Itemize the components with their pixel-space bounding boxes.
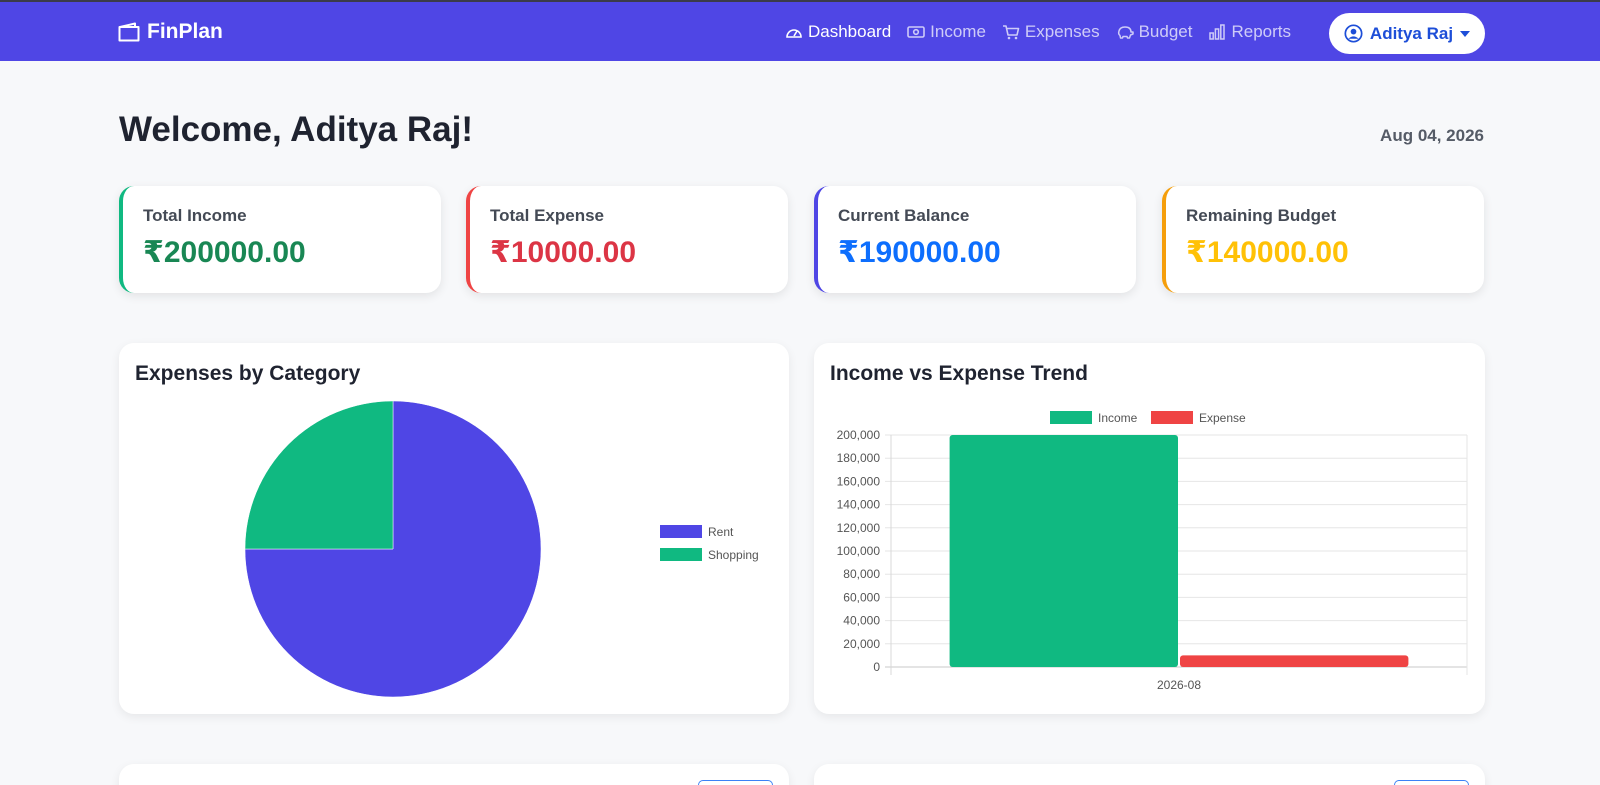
y-tick-label: 140,000	[837, 498, 881, 512]
y-tick-label: 180,000	[837, 451, 881, 465]
income-vs-expense-card: Income vs Expense Trend Income Expense 0 20…	[814, 343, 1485, 714]
piggy-bank-icon	[1117, 26, 1134, 39]
stat-card-remaining-budget: Remaining Budget ₹140000.00	[1162, 186, 1484, 293]
stat-value: ₹140000.00	[1186, 236, 1349, 269]
stat-value: ₹190000.00	[838, 236, 1001, 269]
y-tick-label: 20,000	[843, 637, 880, 651]
expenses-by-category-card: Expenses by Category Rent Shopping	[119, 343, 789, 714]
bar-income-2026-08[interactable]	[949, 435, 1178, 667]
y-tick-label: 100,000	[837, 544, 881, 558]
bottom-left-card	[119, 764, 789, 785]
y-tick-label: 120,000	[837, 521, 881, 535]
stat-label: Total Income	[143, 206, 247, 225]
brand-name: FinPlan	[147, 20, 223, 43]
y-tick-label: 80,000	[843, 567, 880, 581]
stat-label: Total Expense	[490, 206, 604, 225]
y-tick-label: 40,000	[843, 614, 880, 628]
legend-label[interactable]: Shopping	[708, 548, 759, 562]
wallet-icon	[118, 22, 140, 42]
y-tick-label: 200,000	[837, 428, 881, 442]
stat-card-total-expense: Total Expense ₹10000.00	[466, 186, 788, 293]
card-action-button[interactable]	[698, 780, 773, 785]
nav-reports[interactable]: Reports	[1208, 22, 1291, 42]
bar-chart-icon	[1209, 24, 1226, 40]
legend-label[interactable]: Income	[1098, 411, 1138, 425]
legend-label[interactable]: Expense	[1199, 411, 1246, 425]
brand[interactable]: FinPlan	[118, 20, 223, 44]
bar-chart: Income Expense 0 20,000 40,000 60,000 80,000 10…	[837, 411, 1468, 692]
card-action-button[interactable]	[1394, 780, 1469, 785]
pie-chart: Rent Shopping	[244, 400, 759, 698]
cash-icon	[907, 26, 925, 38]
stat-card-current-balance: Current Balance ₹190000.00	[814, 186, 1136, 293]
legend-swatch	[1151, 411, 1193, 424]
stat-label: Current Balance	[838, 206, 970, 225]
speedometer-icon	[786, 29, 802, 38]
y-tick-label: 160,000	[837, 474, 881, 488]
cart-icon	[1002, 25, 1020, 40]
legend-swatch	[660, 525, 702, 538]
bar-expense-2026-08[interactable]	[1180, 655, 1409, 667]
pie-slice-shopping[interactable]	[244, 400, 394, 550]
legend-label[interactable]: Rent	[708, 525, 734, 539]
nav-income[interactable]: Income	[907, 22, 986, 42]
stat-value: ₹10000.00	[490, 236, 637, 269]
nav-expenses-label: Expenses	[1024, 22, 1100, 41]
legend-swatch	[660, 548, 702, 561]
stat-value: ₹200000.00	[143, 236, 306, 269]
chevron-down-icon	[1460, 30, 1471, 37]
user-circle-icon	[1344, 24, 1363, 43]
x-tick-label: 2026-08	[1157, 678, 1201, 692]
nav-dashboard-label: Dashboard	[808, 22, 892, 41]
bottom-right-card	[814, 764, 1485, 785]
stat-card-total-income: Total Income ₹200000.00	[119, 186, 441, 293]
current-date: Aug 04, 2026	[1380, 126, 1484, 145]
page-title: Welcome, Aditya Raj!	[119, 110, 473, 149]
nav-links: Dashboard Income Expenses Budget Reports	[785, 22, 1291, 42]
nav-budget[interactable]: Budget	[1116, 22, 1193, 42]
nav-expenses[interactable]: Expenses	[1002, 22, 1100, 42]
user-name: Aditya Raj	[1369, 23, 1454, 43]
user-menu-button[interactable]: Aditya Raj	[1329, 13, 1485, 54]
stat-label: Remaining Budget	[1186, 206, 1337, 225]
nav-dashboard[interactable]: Dashboard	[785, 22, 891, 42]
y-tick-label: 60,000	[843, 590, 880, 604]
nav-budget-label: Budget	[1138, 22, 1193, 41]
nav-income-label: Income	[930, 22, 986, 41]
nav-reports-label: Reports	[1231, 22, 1292, 41]
y-tick-label: 0	[873, 660, 880, 674]
navbar: FinPlan Dashboard Income Expenses Budget…	[0, 2, 1600, 61]
legend-swatch	[1050, 411, 1092, 424]
